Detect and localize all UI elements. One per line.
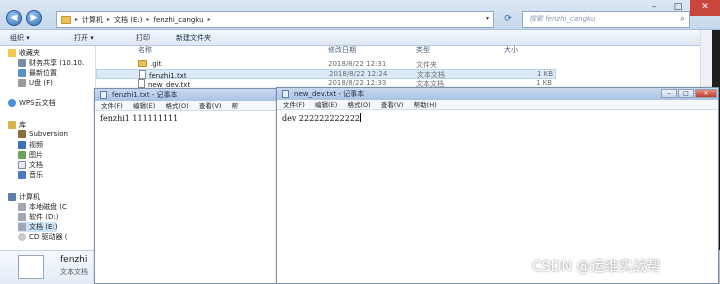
address-dropdown-icon[interactable]: ▾ (486, 15, 489, 22)
menu-file[interactable]: 文件(F) (101, 101, 123, 110)
file-name: .git (150, 60, 162, 68)
column-size[interactable]: 大小 (504, 45, 518, 55)
organize-button[interactable]: 组织 ▾ (10, 33, 30, 43)
sidebar-item-subversion[interactable]: Subversion (18, 130, 68, 138)
editor-content: dev 222222222222 (282, 114, 360, 123)
sidebar-item-libraries[interactable]: 库 (8, 120, 26, 130)
open-button[interactable]: 打开 ▾ (74, 33, 94, 43)
column-name[interactable]: 名称 (138, 45, 152, 55)
sidebar-item-drive-c[interactable]: 本地磁盘 (C (18, 202, 67, 212)
text-file-icon (18, 255, 44, 279)
file-date: 2018/8/22 12:31 (328, 60, 387, 68)
sidebar-item-videos[interactable]: 视频 (18, 140, 43, 150)
notepad-titlebar[interactable]: new_dev.txt - 记事本 (277, 88, 718, 100)
window-controls: – □ ✕ (661, 89, 717, 98)
column-type[interactable]: 类型 (416, 45, 430, 55)
notepad-window-fenzhi1: fenzhi1.txt - 记事本 文件(F) 编辑(E) 格式(O) 查看(V… (94, 88, 280, 284)
menu-help[interactable]: 帮助(H) (414, 100, 437, 109)
nav-pane: 收藏夹 财务共享 (10.10. 最新位置 U盘 (F) WPS云文档 库 Su… (0, 46, 96, 284)
sidebar-item-wps[interactable]: WPS云文档 (8, 98, 56, 108)
refresh-icon[interactable]: ⟳ (500, 12, 516, 27)
sidebar-item-cd-drive[interactable]: CD 驱动器 ( (18, 232, 67, 242)
sidebar-item-documents[interactable]: 文档 (18, 160, 43, 170)
sidebar-item-favorites[interactable]: 收藏夹 (8, 48, 40, 58)
sidebar-item-network-share[interactable]: 财务共享 (10.10. (18, 58, 84, 68)
menu-bar: 文件(F) 编辑(E) 格式(O) 查看(V) 帮 (95, 101, 279, 111)
window-title: fenzhi1.txt - 记事本 (112, 91, 178, 99)
forward-icon[interactable]: ▶ (26, 10, 42, 26)
sidebar-item-drive-d[interactable]: 软件 (D:) (18, 212, 58, 222)
file-size: 1 KB (537, 70, 554, 78)
column-headers: 名称 修改日期 类型 大小 (96, 44, 696, 56)
menu-file[interactable]: 文件(F) (283, 100, 305, 109)
usb-drive-icon (18, 79, 26, 87)
menu-bar: 文件(F) 编辑(E) 格式(O) 查看(V) 帮助(H) (277, 100, 718, 110)
window-controls: – □ ✕ (642, 0, 720, 16)
text-editor[interactable]: fenzhi1 111111111 (100, 114, 178, 123)
details-file-type: 文本文档 (60, 268, 88, 276)
text-caret (360, 113, 361, 122)
sidebar-item-drive-e[interactable]: 文档 (E:) (18, 222, 58, 232)
explorer-titlebar: ◀ ▶ ▸ 计算机 ▸ 文档 (E:) ▸ fenzhi_cangku ▸ ▾ … (0, 0, 720, 30)
menu-edit[interactable]: 编辑(E) (315, 100, 337, 109)
breadcrumb-computer[interactable]: 计算机 (82, 15, 103, 25)
music-icon (18, 171, 26, 179)
menu-format[interactable]: 格式(O) (165, 101, 188, 110)
subversion-icon (18, 130, 26, 138)
cd-drive-icon (18, 233, 26, 241)
document-icon (18, 161, 26, 169)
close-icon[interactable]: ✕ (690, 0, 720, 16)
notepad-titlebar[interactable]: fenzhi1.txt - 记事本 (95, 89, 279, 101)
menu-format[interactable]: 格式(O) (347, 100, 370, 109)
computer-icon (8, 193, 16, 201)
folder-icon (138, 60, 147, 67)
sidebar-item-music[interactable]: 音乐 (18, 170, 43, 180)
sidebar-item-usb[interactable]: U盘 (F) (18, 78, 53, 88)
video-icon (18, 141, 26, 149)
picture-icon (18, 151, 26, 159)
menu-view[interactable]: 查看(V) (381, 100, 404, 109)
disk-icon (18, 203, 26, 211)
file-date: 2018/8/22 12:33 (328, 79, 387, 87)
library-icon (8, 121, 16, 129)
file-row[interactable]: fenzhi1.txt 2018/8/22 12:24 文本文档 1 KB (96, 69, 556, 80)
minimize-icon[interactable]: – (661, 89, 677, 98)
notepad-icon (282, 90, 289, 98)
notepad-icon (100, 91, 107, 99)
watermark: CSDN @运维实战帮 (532, 259, 661, 275)
disk-icon (18, 213, 26, 221)
notepad-window-new-dev: new_dev.txt - 记事本 – □ ✕ 文件(F) 编辑(E) 格式(O… (276, 87, 719, 284)
minimize-icon[interactable]: – (642, 0, 666, 16)
menu-view[interactable]: 查看(V) (199, 101, 222, 110)
text-file-icon (138, 79, 145, 88)
disk-icon (18, 223, 26, 231)
breadcrumb-folder[interactable]: fenzhi_cangku (154, 16, 204, 24)
menu-edit[interactable]: 编辑(E) (133, 101, 155, 110)
new-folder-button[interactable]: 新建文件夹 (176, 33, 211, 43)
file-date: 2018/8/22 12:24 (329, 70, 388, 78)
maximize-icon[interactable]: □ (678, 89, 694, 98)
back-icon[interactable]: ◀ (6, 10, 22, 26)
address-bar[interactable]: ▸ 计算机 ▸ 文档 (E:) ▸ fenzhi_cangku ▸ ▾ (56, 11, 494, 28)
breadcrumb-drive-e[interactable]: 文档 (E:) (114, 15, 142, 25)
column-date[interactable]: 修改日期 (328, 45, 356, 55)
print-button[interactable]: 打印 (136, 33, 150, 43)
menu-help[interactable]: 帮 (232, 101, 239, 110)
sidebar-item-computer[interactable]: 计算机 (8, 192, 40, 202)
sidebar-item-recent[interactable]: 最新位置 (18, 68, 57, 78)
cloud-icon (8, 99, 16, 107)
sidebar-item-pictures[interactable]: 图片 (18, 150, 43, 160)
file-size: 1 KB (536, 79, 553, 87)
text-editor[interactable]: dev 222222222222 (282, 113, 361, 123)
window-title: new_dev.txt - 记事本 (294, 90, 365, 98)
network-drive-icon (18, 59, 26, 67)
recent-places-icon (18, 69, 26, 77)
details-file-name: fenzhi (60, 255, 88, 265)
close-icon[interactable]: ✕ (695, 89, 717, 98)
maximize-icon[interactable]: □ (666, 0, 690, 16)
star-icon (8, 49, 16, 57)
text-file-icon (139, 70, 146, 79)
folder-icon (61, 15, 71, 24)
